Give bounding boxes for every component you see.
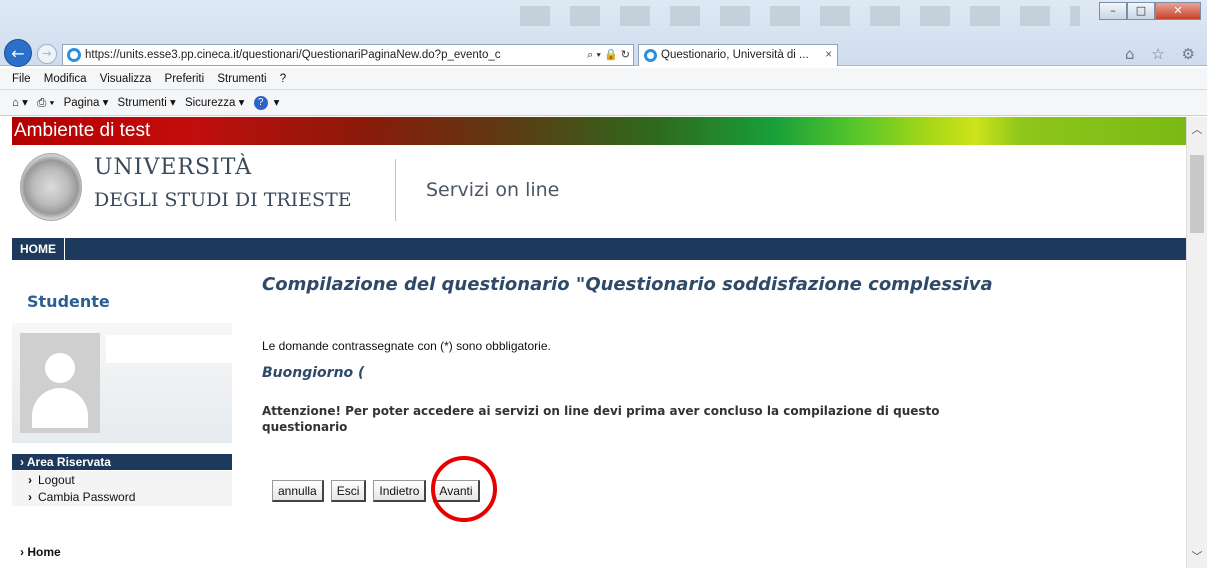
back-button[interactable]: ← [4, 39, 32, 67]
title-bar: – □ ✕ ← → https://units.esse3.pp.cineca.… [0, 0, 1207, 67]
ie-tab-icon [644, 49, 657, 62]
site-header: UNIVERSITÀ DEGLI STUDI DI TRIESTE Serviz… [12, 145, 1186, 233]
tab-questionario[interactable]: Questionario, Università di ... × [638, 44, 838, 66]
test-banner-text: Ambiente di test [14, 120, 151, 141]
command-bar: ⌂ ▾ ⎙ ▾ Pagina ▾ Strumenti ▾ Sicurezza ▾… [0, 90, 1207, 116]
help-icon[interactable]: ? [253, 95, 268, 110]
menu-bar: File Modifica Visualizza Preferiti Strum… [0, 68, 1207, 90]
background-window-tabs [520, 6, 1080, 26]
minimize-button[interactable]: – [1099, 2, 1127, 20]
sidebar-item-area-riservata[interactable]: › Area Riservata [12, 454, 232, 470]
user-card [12, 323, 232, 443]
university-seal-logo[interactable] [20, 153, 82, 221]
navigation-row: ← → https://units.esse3.pp.cineca.it/que… [0, 36, 1207, 67]
sidebar-title: Studente [27, 292, 110, 311]
greeting: Buongiorno ( [262, 365, 365, 381]
tab-close-icon[interactable]: × [825, 45, 832, 66]
cmd-strumenti[interactable]: Strumenti ▾ [118, 97, 176, 109]
university-name-line2: DEGLI STUDI DI TRIESTE [94, 189, 352, 211]
ie-page-icon [67, 48, 81, 62]
home-link-label: Home [27, 545, 61, 559]
menu-modifica[interactable]: Modifica [44, 73, 87, 85]
menu-help[interactable]: ? [280, 73, 286, 85]
cmd-pagina[interactable]: Pagina ▾ [64, 97, 109, 109]
home-icon[interactable]: ⌂ ▾ [12, 97, 28, 109]
page-title: Compilazione del questionario "Questiona… [262, 274, 993, 295]
scroll-down-icon[interactable]: ﹀ [1187, 548, 1207, 564]
address-tools[interactable]: ⌕ ▾ 🔒 ↻ [583, 45, 630, 65]
top-navigation: HOME [12, 238, 1186, 260]
avatar [20, 333, 100, 433]
maximize-button[interactable]: □ [1127, 2, 1155, 20]
browser-window: – □ ✕ ← → https://units.esse3.pp.cineca.… [0, 0, 1207, 568]
menu-visualizza[interactable]: Visualizza [100, 73, 152, 85]
avanti-button[interactable]: Avanti [433, 480, 480, 502]
services-title: Servizi on line [426, 179, 560, 201]
warning-message: Attenzione! Per poter accedere ai serviz… [262, 404, 940, 434]
university-name-line1: UNIVERSITÀ [94, 155, 253, 180]
menu-file[interactable]: File [12, 73, 31, 85]
required-note: Le domande contrassegnate con (*) sono o… [262, 339, 551, 353]
address-bar[interactable]: https://units.esse3.pp.cineca.it/questio… [62, 44, 634, 66]
sidebar-item-cambia-password[interactable]: Cambia Password [12, 488, 232, 506]
menu-preferiti[interactable]: Preferiti [165, 73, 205, 85]
tab-title: Questionario, Università di ... [661, 49, 809, 61]
avatar-head [45, 353, 75, 383]
sidebar-item-home[interactable]: › Home [20, 545, 61, 559]
window-controls: – □ ✕ [1099, 2, 1201, 20]
esci-button[interactable]: Esci [330, 480, 367, 502]
area-label: Area Riservata [26, 455, 111, 469]
scroll-up-icon[interactable]: ︿ [1187, 121, 1207, 137]
close-button[interactable]: ✕ [1155, 2, 1201, 20]
web-page: Ambiente di test UNIVERSITÀ DEGLI STUDI … [12, 117, 1186, 568]
form-buttons: annulla Esci Indietro Avanti [272, 480, 480, 502]
sidebar: Studente › Area Riservata Logout Cambia … [12, 260, 232, 568]
sidebar-item-logout[interactable]: Logout [12, 471, 232, 489]
header-divider [395, 159, 396, 221]
nav-home[interactable]: HOME [12, 238, 65, 260]
home-favorites-settings-icons[interactable]: ⌂ ☆ ⚙ [1125, 45, 1201, 63]
title-overflow-mask [262, 300, 422, 314]
avatar-body [32, 388, 88, 428]
forward-button[interactable]: → [37, 44, 57, 64]
print-icon[interactable]: ⎙ ▾ [37, 97, 54, 109]
username-redacted [106, 335, 232, 363]
address-text: https://units.esse3.pp.cineca.it/questio… [85, 49, 501, 61]
help-dropdown-arrow[interactable]: ▾ [274, 97, 280, 109]
greeting-redaction [370, 362, 460, 382]
menu-strumenti[interactable]: Strumenti [217, 73, 266, 85]
scroll-thumb[interactable] [1190, 155, 1204, 233]
cmd-sicurezza[interactable]: Sicurezza ▾ [185, 97, 244, 109]
vertical-scrollbar[interactable]: ︿ ﹀ [1186, 117, 1207, 568]
annulla-button[interactable]: annulla [272, 480, 324, 502]
indietro-button[interactable]: Indietro [373, 480, 427, 502]
test-environment-banner: Ambiente di test [12, 117, 1186, 145]
main-content: Compilazione del questionario "Questiona… [262, 260, 1182, 568]
